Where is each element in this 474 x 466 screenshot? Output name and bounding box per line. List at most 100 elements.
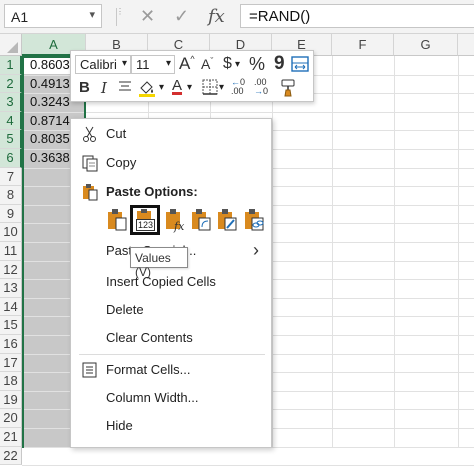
mini-toolbar: Calibri ▾ 11 ▾ A^ Aˇ $ ▾ % 9 B I ▾ A ▾ ▾… bbox=[70, 50, 314, 102]
menu-item-label: Insert Copied Cells bbox=[106, 274, 216, 289]
borders-icon[interactable] bbox=[202, 79, 218, 98]
row-header[interactable]: 19 bbox=[0, 390, 22, 410]
paste-values-button[interactable]: 123 bbox=[130, 205, 160, 235]
menu-item-column-width[interactable]: Column Width... bbox=[71, 385, 271, 411]
caret-down-icon: ˇ bbox=[210, 56, 214, 66]
menu-item-label: Copy bbox=[106, 155, 137, 170]
row-header[interactable]: 2 bbox=[0, 74, 22, 94]
menu-item-label: Delete bbox=[106, 302, 144, 317]
column-header-partial bbox=[458, 34, 474, 56]
row-header[interactable]: 5 bbox=[0, 130, 22, 149]
format-painter-icon[interactable] bbox=[279, 78, 299, 101]
column-header-f[interactable]: F bbox=[332, 34, 394, 56]
select-all-corner[interactable] bbox=[0, 34, 22, 56]
align-center-icon[interactable] bbox=[117, 79, 133, 98]
row-header[interactable]: 22 bbox=[0, 446, 22, 466]
paste-icon bbox=[81, 183, 99, 201]
menu-item-insert-copied-cells[interactable]: Insert Copied Cells bbox=[71, 269, 271, 295]
cancel-icon[interactable]: ✕ bbox=[140, 6, 155, 27]
menu-separator bbox=[79, 354, 265, 355]
menu-item-hide[interactable]: Hide bbox=[71, 413, 271, 439]
font-size-select[interactable]: 11 ▾ bbox=[131, 55, 175, 74]
chevron-down-icon[interactable]: ▾ bbox=[219, 82, 224, 93]
svg-text:fx: fx bbox=[173, 220, 185, 233]
paste-options-header: Paste Options: bbox=[71, 179, 271, 205]
chevron-down-icon: ▾ bbox=[121, 58, 127, 69]
column-header-g[interactable]: G bbox=[394, 34, 458, 56]
menu-item-copy[interactable]: Copy bbox=[71, 150, 271, 176]
grow-font-button[interactable]: A^ bbox=[179, 54, 195, 74]
formula-text: =RAND() bbox=[249, 8, 311, 25]
percent-button[interactable]: % bbox=[249, 54, 265, 75]
menu-item-delete[interactable]: Delete bbox=[71, 297, 271, 323]
comma-style-button[interactable]: 9 bbox=[274, 53, 285, 75]
increase-decimal-button[interactable]: ←0.00 bbox=[231, 78, 245, 96]
name-box[interactable]: A1 ▾ bbox=[4, 4, 102, 28]
enter-icon[interactable]: ✓ bbox=[174, 6, 189, 27]
currency-button[interactable]: $ bbox=[223, 55, 232, 73]
row-header[interactable]: 9 bbox=[0, 204, 22, 224]
values-badge: 123 bbox=[136, 219, 156, 231]
paste-formulas-icon[interactable]: fx bbox=[164, 207, 186, 233]
copy-icon bbox=[81, 154, 99, 172]
chevron-down-icon[interactable]: ▾ bbox=[235, 59, 240, 70]
arrow-left-icon: ← bbox=[231, 77, 240, 87]
row-header[interactable]: 15 bbox=[0, 316, 22, 335]
font-size-value: 11 bbox=[136, 57, 150, 72]
paste-icon[interactable] bbox=[106, 207, 128, 233]
font-name-value: Calibri bbox=[80, 57, 117, 72]
row-header[interactable]: 16 bbox=[0, 335, 22, 354]
grid-line bbox=[272, 56, 273, 448]
chevron-down-icon[interactable]: ▾ bbox=[159, 82, 164, 93]
row-header[interactable]: 12 bbox=[0, 260, 22, 280]
shrink-font-letter: A bbox=[201, 56, 211, 72]
menu-item-label: Column Width... bbox=[106, 390, 199, 405]
grid-line bbox=[394, 56, 395, 448]
formula-bar: A1 ▾ ⋮ ✕ ✓ fx =RAND() bbox=[0, 0, 474, 34]
row-header[interactable]: 4 bbox=[0, 111, 22, 131]
paste-transpose-icon[interactable] bbox=[190, 207, 212, 233]
row-header[interactable]: 7 bbox=[0, 167, 22, 187]
insert-function-icon[interactable]: fx bbox=[208, 6, 225, 27]
arrow-right-icon: → bbox=[254, 86, 263, 96]
row-header[interactable]: 13 bbox=[0, 279, 22, 298]
more-dots-icon[interactable]: ⋮ bbox=[116, 7, 124, 16]
font-color-button[interactable]: A bbox=[172, 77, 182, 94]
row-header[interactable]: 3 bbox=[0, 93, 22, 112]
menu-item-label: Format Cells... bbox=[106, 362, 191, 377]
format-cells-icon bbox=[81, 361, 99, 379]
decrease-decimal-button[interactable]: .00 →0 bbox=[254, 78, 268, 96]
chevron-down-icon[interactable]: ▾ bbox=[89, 8, 95, 21]
fill-color-icon[interactable] bbox=[137, 78, 157, 101]
menu-item-format-cells[interactable]: Format Cells... bbox=[71, 357, 271, 383]
row-header[interactable]: 8 bbox=[0, 186, 22, 205]
menu-item-label: Clear Contents bbox=[106, 330, 193, 345]
chevron-right-icon: › bbox=[253, 240, 259, 260]
name-box-value: A1 bbox=[11, 9, 29, 25]
grid-line bbox=[332, 56, 333, 448]
paste-link-icon[interactable] bbox=[243, 207, 265, 233]
bold-button[interactable]: B bbox=[79, 79, 90, 96]
merge-center-icon[interactable] bbox=[291, 55, 309, 76]
row-header[interactable]: 17 bbox=[0, 353, 22, 373]
formula-input[interactable]: =RAND() bbox=[240, 4, 474, 28]
paste-formatting-icon[interactable] bbox=[216, 207, 238, 233]
row-header[interactable]: 18 bbox=[0, 372, 22, 391]
row-header[interactable]: 10 bbox=[0, 223, 22, 242]
shrink-font-button[interactable]: Aˇ bbox=[201, 56, 213, 72]
row-header[interactable]: 1 bbox=[0, 56, 22, 75]
row-header[interactable]: 20 bbox=[0, 409, 22, 428]
font-name-select[interactable]: Calibri ▾ bbox=[75, 55, 131, 74]
menu-item-clear-contents[interactable]: Clear Contents bbox=[71, 325, 271, 351]
italic-button[interactable]: I bbox=[101, 79, 107, 97]
row-header[interactable]: 6 bbox=[0, 149, 22, 168]
menu-item-label: Cut bbox=[106, 126, 127, 141]
scissors-icon bbox=[81, 125, 99, 143]
row-header[interactable]: 14 bbox=[0, 297, 22, 317]
row-header[interactable]: 11 bbox=[0, 242, 22, 261]
caret-up-icon: ^ bbox=[190, 54, 195, 64]
menu-item-cut[interactable]: Cut bbox=[71, 121, 271, 147]
chevron-down-icon[interactable]: ▾ bbox=[187, 82, 192, 93]
chevron-down-icon: ▾ bbox=[165, 58, 171, 69]
row-header[interactable]: 21 bbox=[0, 428, 22, 447]
